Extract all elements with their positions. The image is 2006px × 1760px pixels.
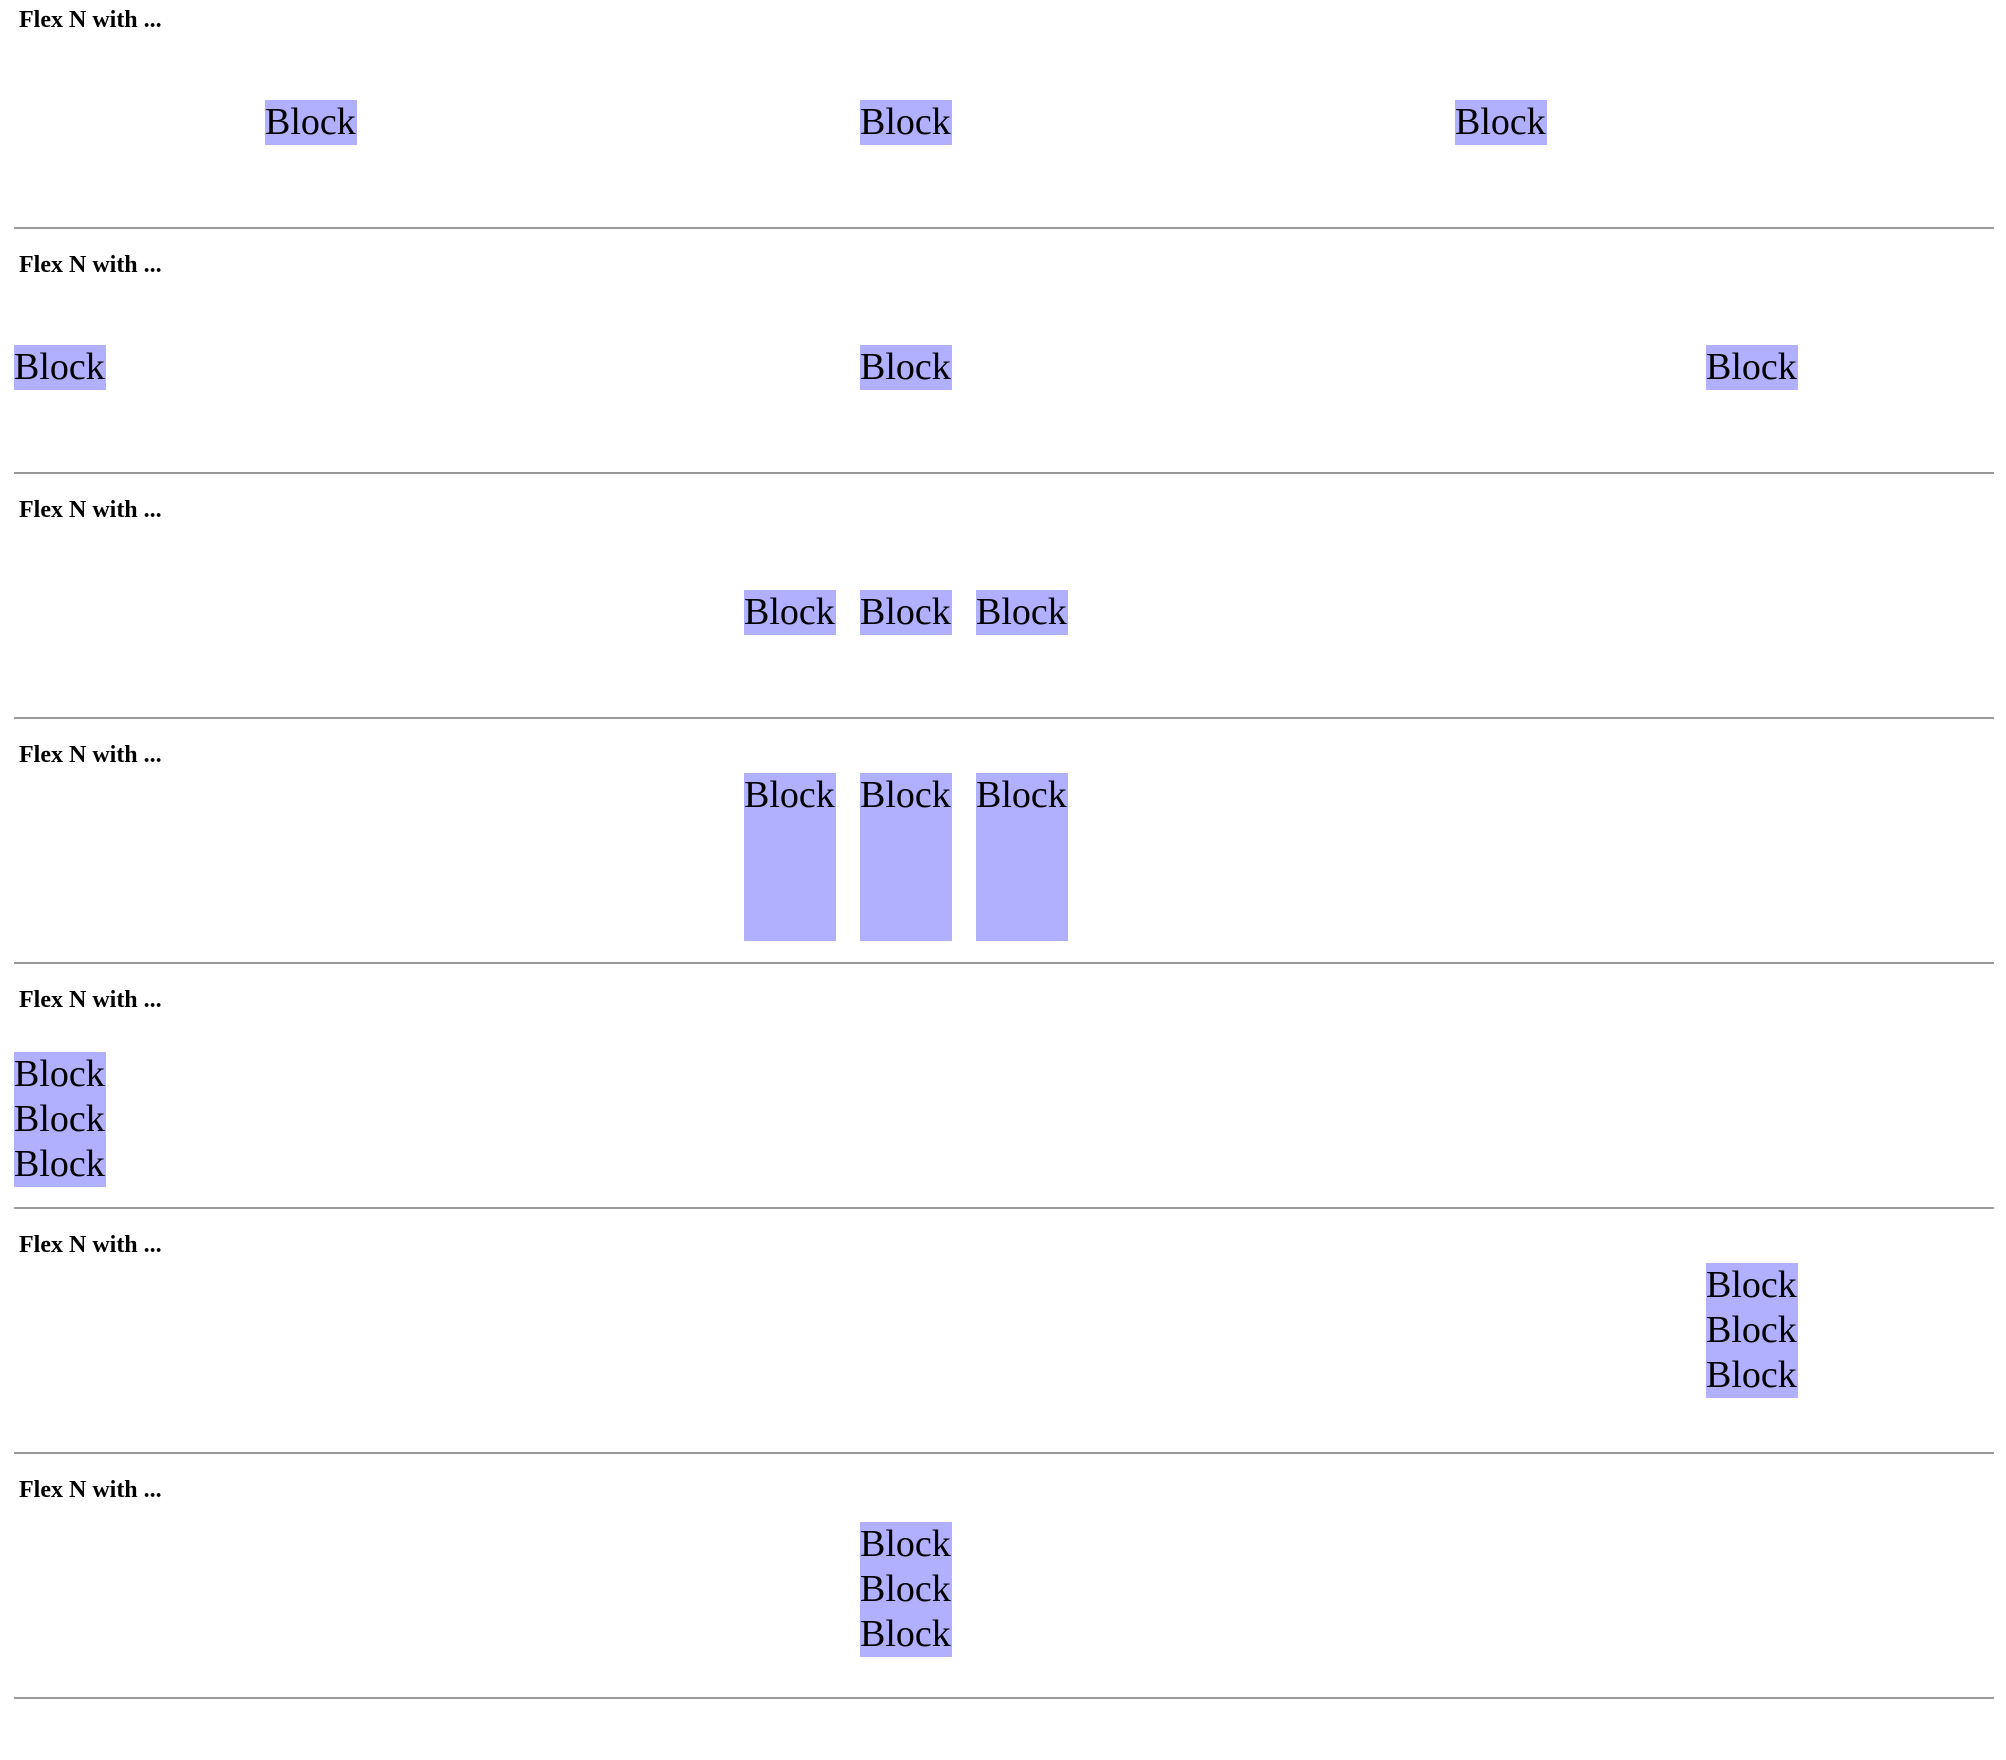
flex-demo-section-6: Flex N with ... Block Block Block xyxy=(14,1225,1994,1455)
section-divider xyxy=(14,1207,1994,1209)
section-divider xyxy=(14,227,1994,229)
flex-demo-section-1: Flex N with ... Block Block Block xyxy=(14,0,1994,230)
stacked-block: Block Block Block xyxy=(14,1052,106,1187)
flex-block: Block xyxy=(1455,100,1547,145)
stacked-block-line: Block xyxy=(1706,1354,1797,1396)
section-divider xyxy=(14,962,1994,964)
flex-block: Block xyxy=(860,590,952,635)
stacked-block-line: Block xyxy=(860,1613,951,1655)
flex-block: Block xyxy=(744,773,836,941)
flex-demo-section-7: Flex N with ... Block Block Block xyxy=(14,1470,1994,1700)
stacked-block-line: Block xyxy=(14,1053,105,1095)
stacked-block-line: Block xyxy=(14,1098,105,1140)
flex-block: Block xyxy=(976,773,1068,941)
flex-demo-section-3: Flex N with ... Block Block Block xyxy=(14,490,1994,720)
section-heading: Flex N with ... xyxy=(19,252,162,278)
flex-block: Block xyxy=(860,100,952,145)
stacked-block-line: Block xyxy=(14,1143,105,1185)
flex-demo-section-5: Flex N with ... Block Block Block xyxy=(14,980,1994,1210)
stacked-block: Block Block Block xyxy=(1706,1263,1798,1398)
flex-block: Block xyxy=(265,100,357,145)
section-heading: Flex N with ... xyxy=(19,987,162,1013)
flex-demo-section-2: Flex N with ... Block Block Block xyxy=(14,245,1994,475)
stacked-block: Block Block Block xyxy=(860,1522,952,1657)
flex-block: Block xyxy=(976,590,1068,635)
section-divider xyxy=(14,717,1994,719)
flex-block: Block xyxy=(860,773,952,941)
flex-block: Block xyxy=(744,590,836,635)
section-heading: Flex N with ... xyxy=(19,7,162,33)
flex-block: Block xyxy=(14,345,106,390)
stacked-block-line: Block xyxy=(860,1523,951,1565)
flex-block: Block xyxy=(1706,345,1798,390)
stacked-block-line: Block xyxy=(1706,1309,1797,1351)
stacked-block-line: Block xyxy=(860,1568,951,1610)
section-divider xyxy=(14,1697,1994,1699)
section-divider xyxy=(14,472,1994,474)
section-heading: Flex N with ... xyxy=(19,742,162,768)
section-divider xyxy=(14,1452,1994,1454)
section-heading: Flex N with ... xyxy=(19,1477,162,1503)
stacked-block-line: Block xyxy=(1706,1264,1797,1306)
flex-block: Block xyxy=(860,345,952,390)
section-heading: Flex N with ... xyxy=(19,497,162,523)
flex-demo-section-4: Flex N with ... Block Block Block xyxy=(14,735,1994,965)
section-heading: Flex N with ... xyxy=(19,1232,162,1258)
